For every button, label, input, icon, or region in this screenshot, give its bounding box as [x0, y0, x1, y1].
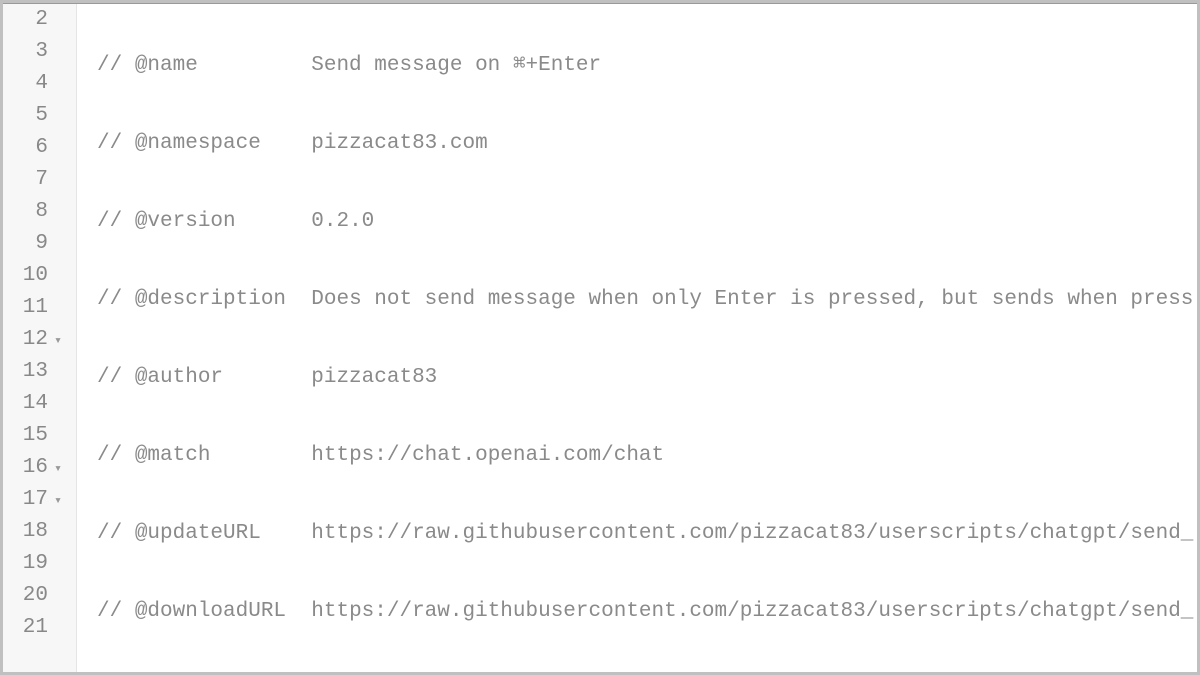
line-number: 3: [3, 36, 62, 68]
code-line: // @version 0.2.0: [97, 206, 1197, 238]
code-line: // @name Send message on ⌘+Enter: [97, 50, 1197, 82]
code-line: // @description Does not send message wh…: [97, 284, 1197, 316]
line-number: 16▾: [3, 452, 62, 484]
fold-toggle-icon[interactable]: ▾: [50, 325, 62, 357]
line-number: 20: [3, 580, 62, 612]
line-number: 14: [3, 388, 62, 420]
line-number: 13: [3, 356, 62, 388]
line-number: 7: [3, 164, 62, 196]
line-number: 17▾: [3, 484, 62, 516]
line-number: 6: [3, 132, 62, 164]
code-editor[interactable]: 23456789101112▾13141516▾17▾18192021 // @…: [3, 4, 1197, 672]
code-line: // @author pizzacat83: [97, 362, 1197, 394]
code-line: // @downloadURL https://raw.githubuserco…: [97, 596, 1197, 628]
fold-toggle-icon[interactable]: ▾: [50, 453, 62, 485]
line-number: 19: [3, 548, 62, 580]
code-line: // @updateURL https://raw.githubusercont…: [97, 518, 1197, 550]
line-number: 2: [3, 4, 62, 36]
line-number-gutter: 23456789101112▾13141516▾17▾18192021: [3, 4, 77, 672]
editor-frame: 23456789101112▾13141516▾17▾18192021 // @…: [0, 0, 1200, 675]
line-number: 21: [3, 612, 62, 644]
line-number: 10: [3, 260, 62, 292]
code-area[interactable]: // @name Send message on ⌘+Enter // @nam…: [77, 4, 1197, 672]
code-line: // @namespace pizzacat83.com: [97, 128, 1197, 160]
line-number: 8: [3, 196, 62, 228]
line-number: 15: [3, 420, 62, 452]
code-line: // @match https://chat.openai.com/chat: [97, 440, 1197, 472]
fold-toggle-icon[interactable]: ▾: [50, 485, 62, 517]
line-number: 4: [3, 68, 62, 100]
line-number: 9: [3, 228, 62, 260]
line-number: 5: [3, 100, 62, 132]
line-number: 18: [3, 516, 62, 548]
line-number: 12▾: [3, 324, 62, 356]
line-number: 11: [3, 292, 62, 324]
